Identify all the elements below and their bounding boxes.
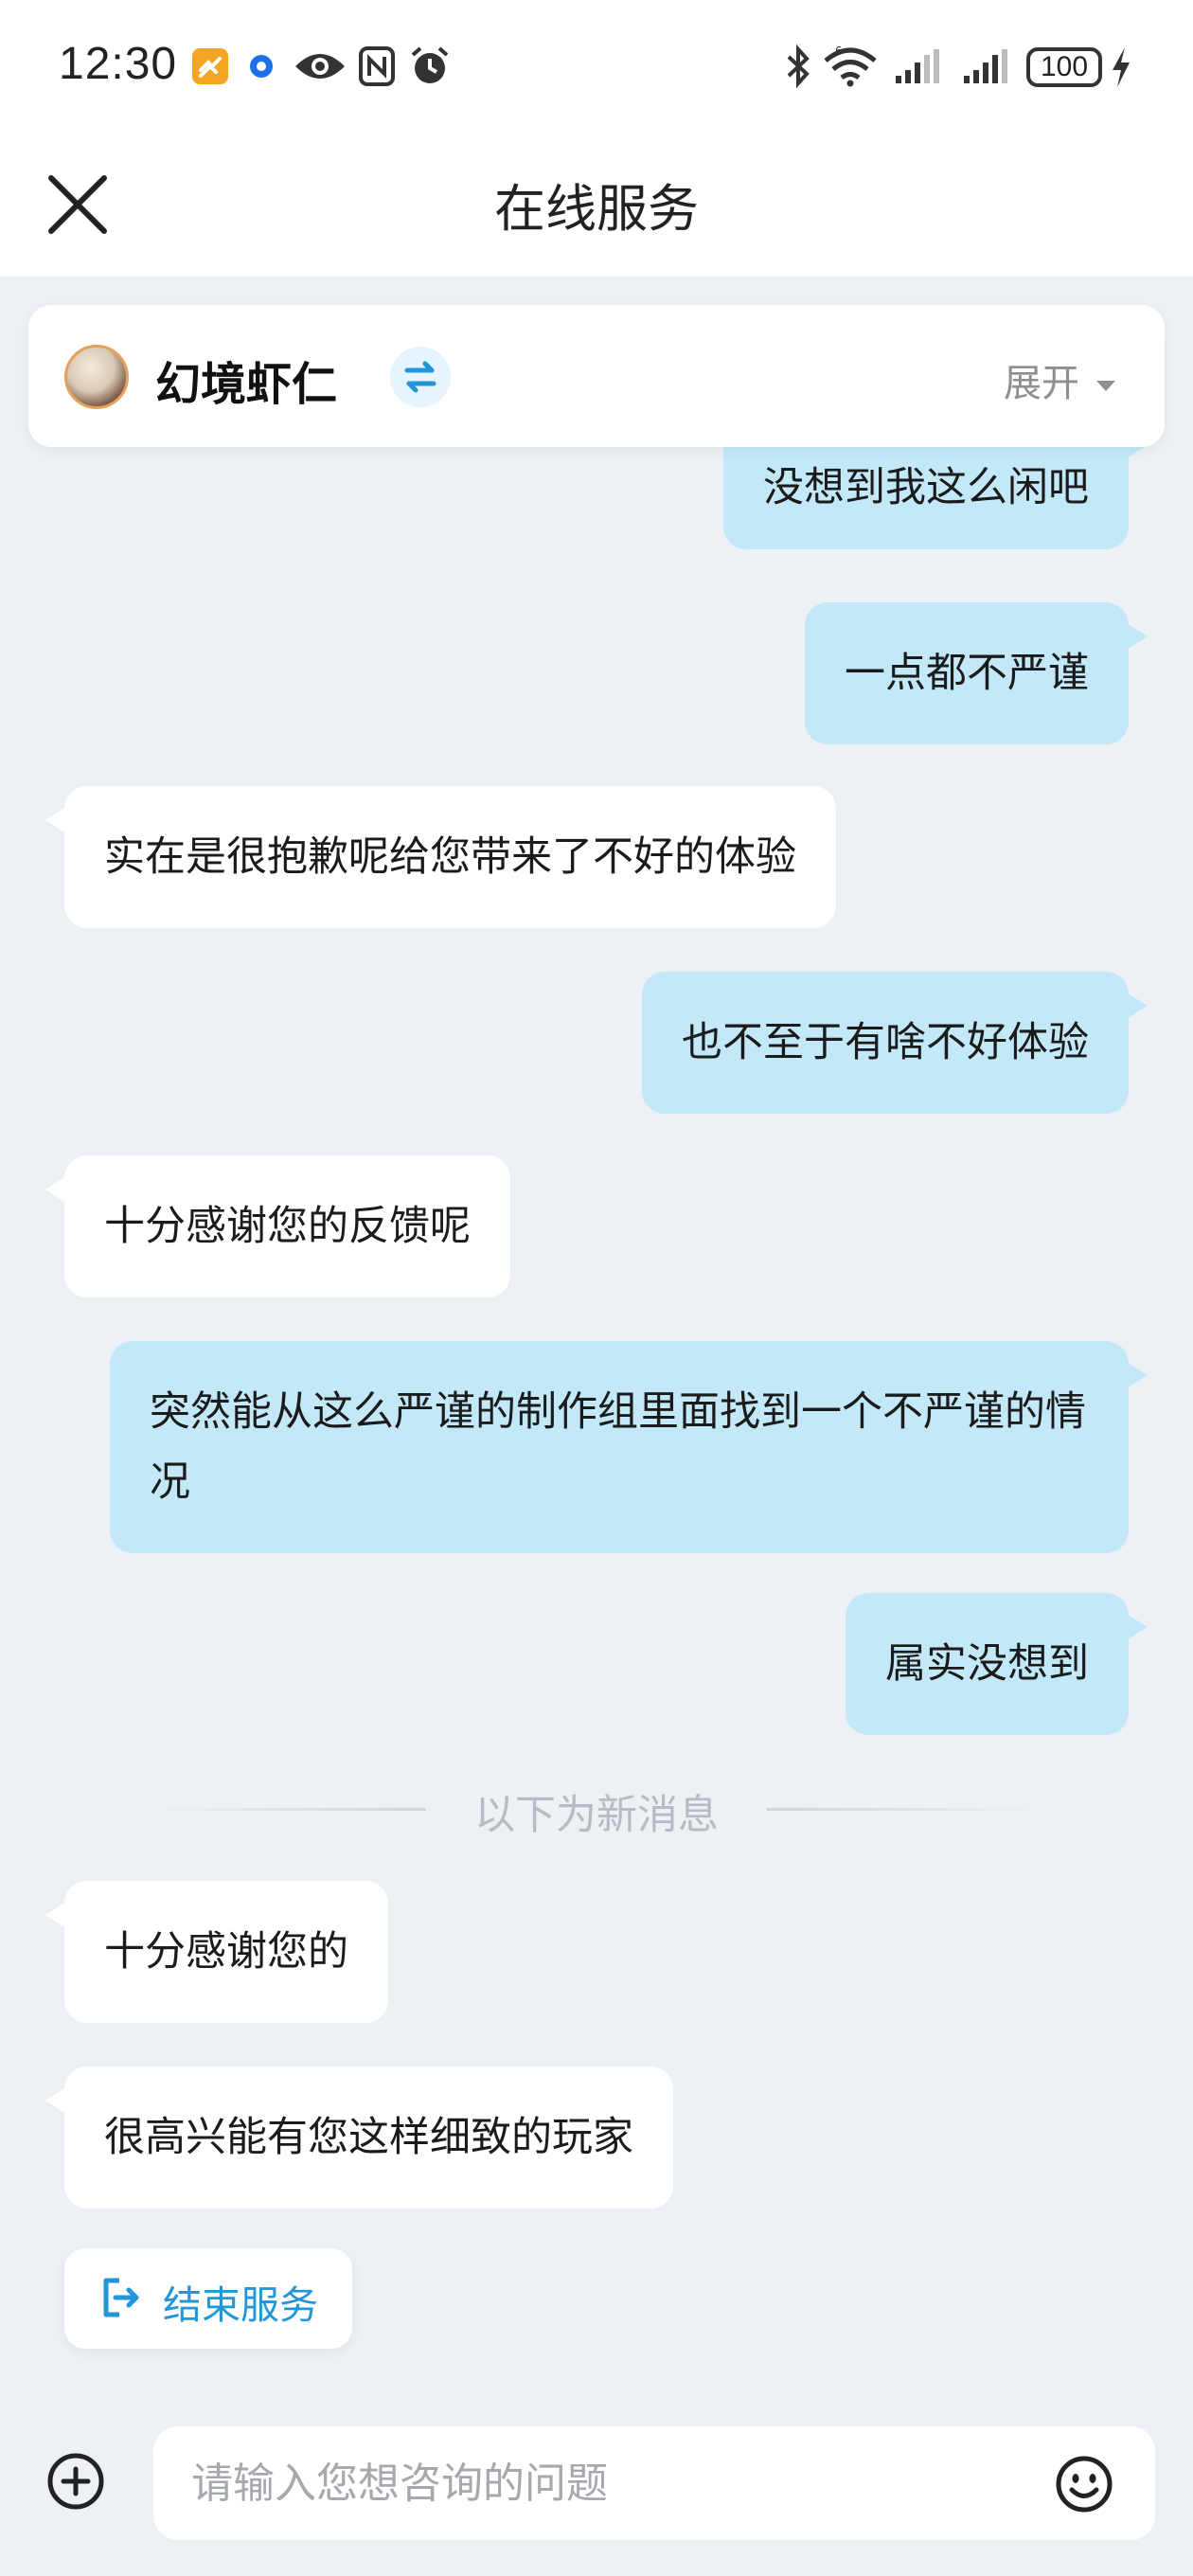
expand-label: 展开	[1004, 362, 1079, 405]
message-composer	[0, 2402, 1193, 2576]
app-notification-icon	[192, 48, 228, 84]
add-circle-icon[interactable]	[45, 2451, 106, 2512]
message-text: 实在是很抱歉呢给您带来了不好的体验	[104, 833, 796, 881]
app-header: 在线服务	[0, 133, 1193, 277]
message-text: 十分感谢您的	[104, 1928, 348, 1976]
message-text: 很高兴能有您这样细致的玩家	[104, 2114, 633, 2161]
svg-text:6: 6	[835, 45, 843, 58]
message-bubble-received: 实在是很抱歉呢给您带来了不好的体验	[45, 786, 836, 928]
avatar[interactable]	[64, 345, 129, 409]
location-dot-icon	[250, 55, 273, 78]
divider-text: 以下为新消息	[474, 1792, 719, 1839]
status-bar: 12:30 6 100	[0, 0, 1193, 133]
battery-icon: 100	[1026, 47, 1102, 87]
message-bubble-received: 十分感谢您的	[45, 1881, 388, 2023]
message-bubble-sent: 属实没想到	[846, 1593, 1148, 1735]
nfc-icon	[359, 46, 395, 86]
message-text: 一点都不严谨	[845, 650, 1089, 697]
new-messages-divider: 以下为新消息	[0, 1779, 1193, 1839]
swap-arrows-icon	[404, 361, 436, 393]
message-bubble-received: 十分感谢您的反馈呢	[45, 1155, 510, 1297]
agent-info-card: 幻境虾仁 展开	[28, 305, 1165, 447]
status-time: 12:30	[59, 39, 178, 89]
message-text: 突然能从这么严谨的制作组里面找到一个不严谨的情况	[150, 1388, 1086, 1506]
bluetooth-icon	[787, 44, 810, 89]
smiley-icon[interactable]	[1055, 2455, 1113, 2513]
eye-icon	[295, 54, 345, 79]
message-input[interactable]	[191, 2447, 968, 2519]
battery-level: 100	[1040, 51, 1089, 82]
message-bubble-sent: 也不至于有啥不好体验	[642, 972, 1148, 1114]
exit-icon	[103, 2278, 139, 2317]
page-title: 在线服务	[494, 179, 699, 239]
message-bubble-sent: 一点都不严谨	[805, 602, 1148, 744]
message-text: 十分感谢您的反馈呢	[104, 1203, 471, 1250]
agent-name: 幻境虾仁	[155, 358, 338, 411]
message-text: 属实没想到	[885, 1640, 1089, 1688]
message-text: 没想到我这么闲吧	[763, 464, 1089, 511]
divider-line	[767, 1808, 1042, 1811]
message-input-box[interactable]	[153, 2426, 1155, 2540]
message-bubble-sent: 突然能从这么严谨的制作组里面找到一个不严谨的情况	[110, 1341, 1148, 1553]
end-service-label: 结束服务	[163, 2282, 318, 2328]
wifi-6-icon: 6	[824, 45, 877, 87]
message-bubble-received: 很高兴能有您这样细致的玩家	[45, 2066, 673, 2209]
alarm-icon	[411, 46, 449, 83]
switch-agent-button[interactable]	[390, 347, 451, 407]
signal-icon	[896, 49, 939, 83]
expand-button[interactable]: 展开	[1004, 352, 1115, 407]
end-service-button[interactable]: 结束服务	[64, 2248, 352, 2349]
message-text: 也不至于有啥不好体验	[682, 1019, 1089, 1066]
charging-icon	[1113, 47, 1130, 87]
caret-down-icon	[1096, 380, 1115, 391]
signal-icon	[964, 49, 1007, 83]
